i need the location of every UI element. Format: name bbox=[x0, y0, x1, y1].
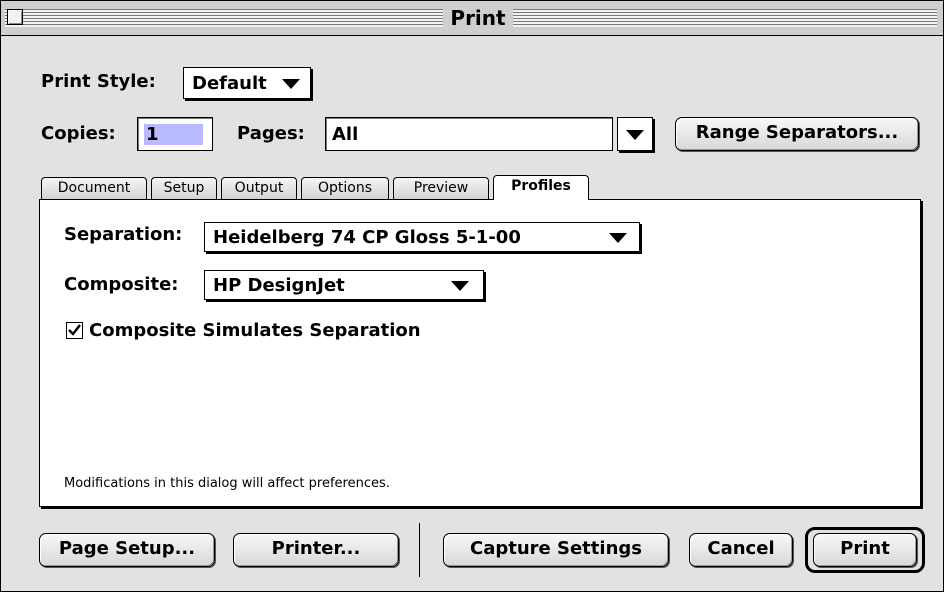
window-title: Print bbox=[443, 6, 513, 30]
separation-label: Separation: bbox=[64, 224, 183, 245]
pages-label: Pages: bbox=[237, 123, 305, 144]
chevron-down-icon bbox=[609, 233, 627, 243]
tab-options[interactable]: Options bbox=[301, 177, 389, 199]
preferences-note: Modifications in this dialog will affect… bbox=[64, 476, 390, 491]
copies-value: 1 bbox=[144, 123, 203, 145]
composite-simulates-checkbox-row[interactable]: Composite Simulates Separation bbox=[66, 320, 421, 341]
checkmark-icon bbox=[68, 324, 81, 336]
tab-document[interactable]: Document bbox=[41, 177, 147, 199]
copies-field[interactable]: 1 bbox=[137, 117, 213, 151]
range-separators-button[interactable]: Range Separators... bbox=[675, 117, 919, 151]
print-style-label: Print Style: bbox=[41, 71, 156, 92]
cancel-button[interactable]: Cancel bbox=[689, 533, 793, 567]
close-box-icon[interactable] bbox=[7, 9, 23, 25]
tab-output[interactable]: Output bbox=[221, 177, 297, 199]
composite-label: Composite: bbox=[64, 274, 179, 295]
separation-popup[interactable]: Heidelberg 74 CP Gloss 5-1-00 bbox=[204, 222, 640, 252]
composite-popup[interactable]: HP DesignJet bbox=[204, 270, 484, 300]
chevron-down-icon bbox=[451, 281, 469, 291]
chevron-down-icon bbox=[626, 130, 644, 140]
print-style-value: Default bbox=[192, 72, 267, 94]
button-divider bbox=[419, 523, 420, 577]
pages-dropdown-button[interactable] bbox=[617, 117, 653, 151]
pages-field[interactable]: All bbox=[325, 117, 613, 151]
printer-button[interactable]: Printer... bbox=[233, 533, 399, 567]
tab-profiles[interactable]: Profiles bbox=[493, 175, 589, 200]
page-setup-button[interactable]: Page Setup... bbox=[39, 533, 215, 567]
print-style-popup[interactable]: Default bbox=[183, 67, 311, 99]
copies-label: Copies: bbox=[41, 123, 116, 144]
tab-setup[interactable]: Setup bbox=[151, 177, 217, 199]
chevron-down-icon bbox=[282, 79, 300, 89]
print-button[interactable]: Print bbox=[813, 533, 917, 567]
profiles-panel: Separation: Heidelberg 74 CP Gloss 5-1-0… bbox=[39, 199, 921, 507]
tab-preview[interactable]: Preview bbox=[393, 177, 489, 199]
separation-value: Heidelberg 74 CP Gloss 5-1-00 bbox=[213, 226, 521, 248]
capture-settings-button[interactable]: Capture Settings bbox=[443, 533, 669, 567]
title-bar[interactable]: Print bbox=[1, 1, 943, 36]
checkbox[interactable] bbox=[66, 322, 83, 339]
pages-value: All bbox=[332, 123, 359, 145]
print-dialog: Print Print Style: Default Copies: 1 Pag… bbox=[0, 0, 944, 592]
composite-value: HP DesignJet bbox=[213, 274, 345, 296]
composite-simulates-label: Composite Simulates Separation bbox=[89, 320, 421, 341]
